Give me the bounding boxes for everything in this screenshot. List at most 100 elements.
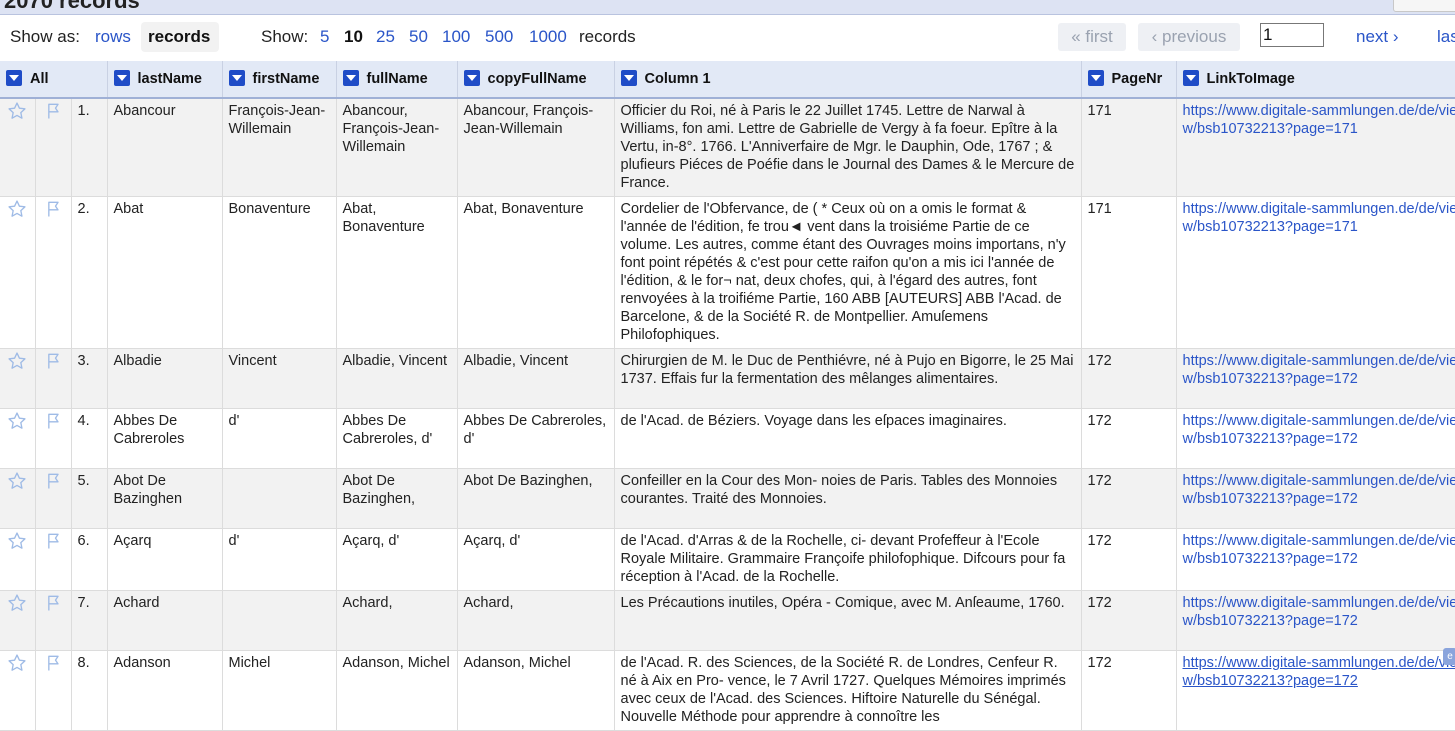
cell-copyfullname[interactable]: Adanson, Michel: [457, 651, 614, 731]
cell-lastname[interactable]: Abot De Bazinghen: [107, 469, 222, 529]
flag-outline-icon[interactable]: [43, 531, 63, 556]
next-page-link[interactable]: next ›: [1356, 27, 1399, 47]
column-header-linktoimage[interactable]: LinkToImage: [1176, 61, 1455, 98]
flag-outline-icon[interactable]: [43, 411, 63, 436]
cell-fullname[interactable]: Abot De Bazinghen,: [336, 469, 457, 529]
cell-lastname[interactable]: Albadie: [107, 349, 222, 409]
cell-fullname[interactable]: Achard,: [336, 591, 457, 651]
page-size-50-link[interactable]: 50: [409, 27, 428, 47]
image-link[interactable]: https://www.digitale-sammlungen.de/de/vi…: [1183, 413, 1455, 447]
cell-copyfullname[interactable]: Achard,: [457, 591, 614, 651]
page-size-25-link[interactable]: 25: [376, 27, 395, 47]
top-corner-button[interactable]: [1393, 0, 1455, 12]
dropdown-arrow-icon[interactable]: [229, 70, 245, 86]
show-as-rows-link[interactable]: rows: [95, 27, 131, 47]
cell-copyfullname[interactable]: Açarq, d': [457, 529, 614, 591]
cell-fullname[interactable]: Adanson, Michel: [336, 651, 457, 731]
cell-edit-badge[interactable]: e: [1443, 648, 1455, 665]
cell-fullname[interactable]: Açarq, d': [336, 529, 457, 591]
cell-firstname[interactable]: d': [222, 409, 336, 469]
column-header-pagenr[interactable]: PageNr: [1081, 61, 1176, 98]
cell-pagenr[interactable]: 171: [1081, 98, 1176, 197]
flag-outline-icon[interactable]: [43, 593, 63, 618]
star-outline-icon[interactable]: [7, 199, 27, 224]
dropdown-arrow-icon[interactable]: [464, 70, 480, 86]
cell-fullname[interactable]: Abancour, François-Jean-Willemain: [336, 98, 457, 197]
image-link[interactable]: https://www.digitale-sammlungen.de/de/vi…: [1183, 353, 1455, 387]
star-outline-icon[interactable]: [7, 101, 27, 126]
cell-copyfullname[interactable]: Abbes De Cabreroles, d': [457, 409, 614, 469]
page-size-100-link[interactable]: 100: [442, 27, 470, 47]
cell-firstname[interactable]: François-Jean-Willemain: [222, 98, 336, 197]
star-outline-icon[interactable]: [7, 531, 27, 556]
cell-pagenr[interactable]: 172: [1081, 349, 1176, 409]
star-outline-icon[interactable]: [7, 593, 27, 618]
cell-lastname[interactable]: Adanson: [107, 651, 222, 731]
dropdown-arrow-icon[interactable]: [343, 70, 359, 86]
dropdown-arrow-icon[interactable]: [621, 70, 637, 86]
cell-firstname[interactable]: Michel: [222, 651, 336, 731]
column-header-all[interactable]: All: [0, 61, 107, 98]
flag-outline-icon[interactable]: [43, 351, 63, 376]
page-number-input[interactable]: [1260, 23, 1324, 47]
cell-fullname[interactable]: Abat, Bonaventure: [336, 197, 457, 349]
cell-copyfullname[interactable]: Albadie, Vincent: [457, 349, 614, 409]
cell-firstname[interactable]: [222, 469, 336, 529]
cell-pagenr[interactable]: 172: [1081, 469, 1176, 529]
cell-lastname[interactable]: Abbes De Cabreroles: [107, 409, 222, 469]
cell-column1[interactable]: Les Précautions inutiles, Opéra - Comiqu…: [614, 591, 1081, 651]
dropdown-arrow-icon[interactable]: [1183, 70, 1199, 86]
flag-outline-icon[interactable]: [43, 471, 63, 496]
flag-outline-icon[interactable]: [43, 653, 63, 678]
cell-copyfullname[interactable]: Abat, Bonaventure: [457, 197, 614, 349]
cell-firstname[interactable]: Vincent: [222, 349, 336, 409]
cell-copyfullname[interactable]: Abancour, François-Jean-Willemain: [457, 98, 614, 197]
page-size-5-link[interactable]: 5: [320, 27, 329, 47]
column-header-lastname[interactable]: lastName: [107, 61, 222, 98]
star-outline-icon[interactable]: [7, 351, 27, 376]
cell-column1[interactable]: Chirurgien de M. le Duc de Penthiévre, n…: [614, 349, 1081, 409]
first-page-button[interactable]: « first: [1058, 23, 1126, 51]
cell-pagenr[interactable]: 171: [1081, 197, 1176, 349]
cell-fullname[interactable]: Abbes De Cabreroles, d': [336, 409, 457, 469]
image-link[interactable]: https://www.digitale-sammlungen.de/de/vi…: [1183, 473, 1455, 507]
cell-column1[interactable]: Cordelier de l'Obfervance, de ( * Ceux o…: [614, 197, 1081, 349]
flag-outline-icon[interactable]: [43, 199, 63, 224]
column-header-fullname[interactable]: fullName: [336, 61, 457, 98]
image-link[interactable]: https://www.digitale-sammlungen.de/de/vi…: [1183, 595, 1455, 629]
cell-column1[interactable]: de l'Acad. R. des Sciences, de la Sociét…: [614, 651, 1081, 731]
page-size-500-link[interactable]: 500: [485, 27, 513, 47]
cell-pagenr[interactable]: 172: [1081, 409, 1176, 469]
page-size-1000-link[interactable]: 1000: [529, 27, 567, 47]
column-header-copyfullname[interactable]: copyFullName: [457, 61, 614, 98]
cell-pagenr[interactable]: 172: [1081, 529, 1176, 591]
cell-column1[interactable]: Confeiller en la Cour des Mon- noies de …: [614, 469, 1081, 529]
cell-lastname[interactable]: Abat: [107, 197, 222, 349]
image-link[interactable]: https://www.digitale-sammlungen.de/de/vi…: [1183, 201, 1455, 235]
cell-column1[interactable]: Officier du Roi, né à Paris le 22 Juille…: [614, 98, 1081, 197]
image-link[interactable]: https://www.digitale-sammlungen.de/de/vi…: [1183, 103, 1455, 137]
cell-pagenr[interactable]: 172: [1081, 651, 1176, 731]
cell-lastname[interactable]: Abancour: [107, 98, 222, 197]
column-header-firstname[interactable]: firstName: [222, 61, 336, 98]
column-header-column1[interactable]: Column 1: [614, 61, 1081, 98]
cell-firstname[interactable]: Bonaventure: [222, 197, 336, 349]
dropdown-arrow-icon[interactable]: [1088, 70, 1104, 86]
dropdown-arrow-icon[interactable]: [6, 70, 22, 86]
cell-lastname[interactable]: Achard: [107, 591, 222, 651]
cell-lastname[interactable]: Açarq: [107, 529, 222, 591]
image-link[interactable]: https://www.digitale-sammlungen.de/de/vi…: [1183, 655, 1455, 689]
cell-copyfullname[interactable]: Abot De Bazinghen,: [457, 469, 614, 529]
cell-firstname[interactable]: d': [222, 529, 336, 591]
star-outline-icon[interactable]: [7, 653, 27, 678]
cell-column1[interactable]: de l'Acad. d'Arras & de la Rochelle, ci-…: [614, 529, 1081, 591]
flag-outline-icon[interactable]: [43, 101, 63, 126]
cell-column1[interactable]: de l'Acad. de Béziers. Voyage dans les e…: [614, 409, 1081, 469]
last-page-link[interactable]: last »: [1437, 27, 1455, 47]
cell-fullname[interactable]: Albadie, Vincent: [336, 349, 457, 409]
image-link[interactable]: https://www.digitale-sammlungen.de/de/vi…: [1183, 533, 1455, 567]
cell-firstname[interactable]: [222, 591, 336, 651]
dropdown-arrow-icon[interactable]: [114, 70, 130, 86]
star-outline-icon[interactable]: [7, 471, 27, 496]
previous-page-button[interactable]: ‹ previous: [1138, 23, 1240, 51]
